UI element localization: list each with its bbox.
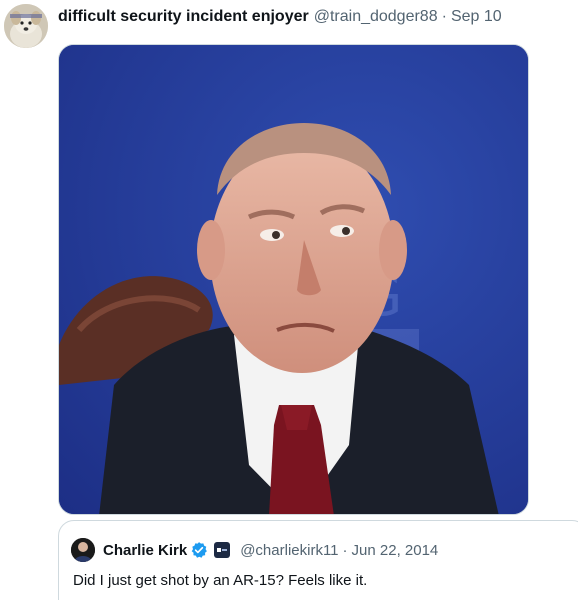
quoted-tweet-text: Did I just get shot by an AR-15? Feels l…: [73, 572, 368, 589]
quoted-author-avatar[interactable]: [71, 538, 95, 562]
person-avatar-icon: [71, 538, 95, 562]
quoted-tweet-date[interactable]: Jun 22, 2014: [352, 542, 439, 559]
affiliation-badge-icon: [214, 542, 231, 558]
photo-man-in-suit-icon: G: [59, 45, 528, 514]
separator-dot: ·: [441, 8, 447, 25]
author-avatar[interactable]: [4, 4, 48, 48]
quoted-author-display-name[interactable]: Charlie Kirk: [103, 542, 187, 559]
tweet-header: difficult security incident enjoyer @tra…: [58, 6, 502, 28]
tweet-media-image[interactable]: G: [58, 44, 529, 515]
author-display-name[interactable]: difficult security incident enjoyer: [58, 8, 309, 26]
tweet: difficult security incident enjoyer @tra…: [0, 0, 578, 600]
quoted-author-handle[interactable]: @charliekirk11: [240, 542, 338, 559]
author-handle[interactable]: @train_dodger88: [314, 8, 438, 26]
dog-avatar-icon: [4, 4, 48, 48]
separator-dot: ·: [342, 541, 348, 559]
quoted-tweet-header: Charlie Kirk @charliekirk11 · Jun 22, 20…: [71, 538, 438, 562]
verified-badge-icon: [190, 541, 208, 559]
quoted-tweet[interactable]: Charlie Kirk @charliekirk11 · Jun 22, 20…: [58, 520, 578, 600]
tweet-date[interactable]: Sep 10: [451, 8, 502, 26]
